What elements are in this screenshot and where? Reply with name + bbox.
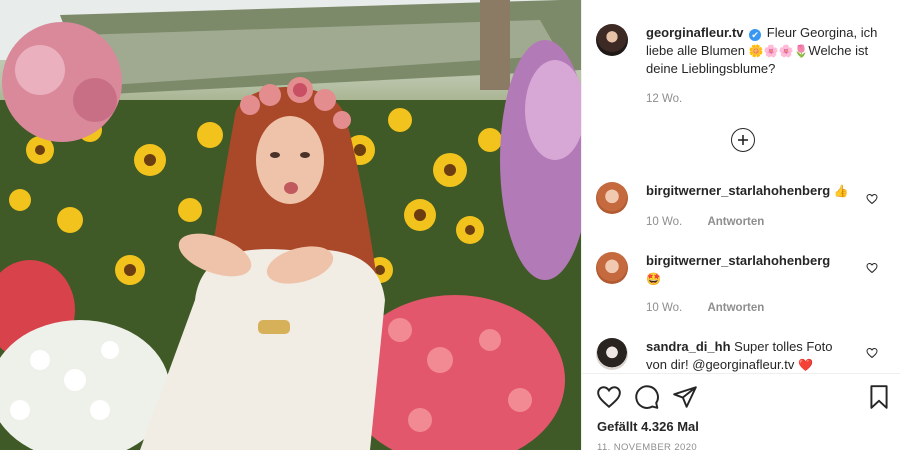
comment-emoji: 👍	[833, 184, 849, 198]
post-age: 12 Wo.	[646, 93, 683, 105]
reply-button[interactable]: Antworten	[707, 216, 764, 228]
commenter-username[interactable]: birgitwerner_starlahohenberg	[646, 253, 830, 268]
likes-count[interactable]: Gefällt 4.326 Mal	[597, 419, 699, 434]
commenter-avatar[interactable]	[596, 252, 628, 284]
post-action-bar	[596, 384, 891, 412]
commenter-username[interactable]: sandra_di_hh	[646, 339, 731, 354]
share-icon[interactable]	[672, 384, 698, 410]
comment-age: 10 Wo.	[646, 302, 683, 314]
comment-item: sandra_di_hh Super tolles Foto von dir! …	[596, 338, 886, 374]
post-date: 11. NOVEMBER 2020	[597, 442, 698, 450]
verified-badge-icon: ✔	[749, 29, 762, 41]
comment-emoji: 🤩	[646, 272, 661, 286]
owner-avatar[interactable]	[596, 24, 628, 56]
photo-illustration	[0, 0, 581, 450]
comment-meta: 10 Wo. Antworten	[646, 302, 786, 314]
like-comment-heart-icon[interactable]	[866, 193, 878, 205]
comment-icon[interactable]	[634, 384, 660, 410]
bookmark-icon[interactable]	[866, 384, 892, 410]
comment-age: 10 Wo.	[646, 216, 683, 228]
post-caption: georginafleur.tv ✔ Fleur Georgina, ich l…	[596, 24, 886, 78]
section-divider	[582, 373, 900, 374]
load-more-comments-button[interactable]	[731, 128, 755, 152]
post-photo[interactable]	[0, 0, 581, 450]
commenter-username[interactable]: birgitwerner_starlahohenberg	[646, 183, 830, 198]
comment-meta: 10 Wo. Antworten	[646, 216, 786, 228]
caption-emojis: 🌼🌸🌸🌷	[748, 44, 809, 58]
comment-item: birgitwerner_starlahohenberg 🤩	[596, 252, 886, 288]
caption-text: georginafleur.tv ✔ Fleur Georgina, ich l…	[646, 24, 886, 78]
like-comment-heart-icon[interactable]	[866, 347, 878, 359]
plus-circle-icon	[738, 135, 748, 145]
reply-button[interactable]: Antworten	[707, 302, 764, 314]
commenter-avatar[interactable]	[596, 338, 628, 370]
comment-item: birgitwerner_starlahohenberg 👍	[596, 182, 886, 214]
comment-emoji: ❤️	[797, 358, 813, 372]
like-comment-heart-icon[interactable]	[866, 262, 878, 274]
comments-panel: georginafleur.tv ✔ Fleur Georgina, ich l…	[581, 0, 900, 450]
owner-username[interactable]: georginafleur.tv	[646, 25, 744, 40]
heart-icon[interactable]	[596, 384, 622, 410]
commenter-avatar[interactable]	[596, 182, 628, 214]
